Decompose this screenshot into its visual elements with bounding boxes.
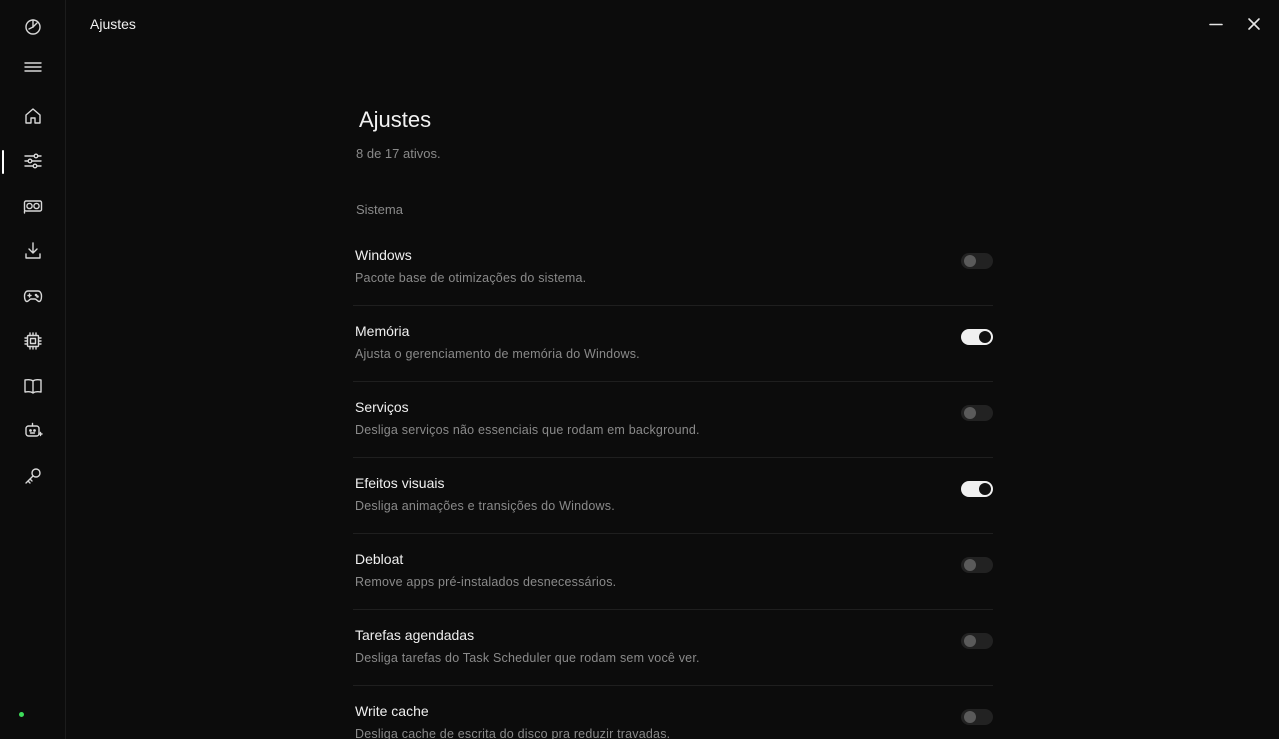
home-icon[interactable] <box>13 100 53 132</box>
download-icon[interactable] <box>13 235 53 267</box>
setting-title: Windows <box>355 247 412 263</box>
setting-title: Serviços <box>355 399 409 415</box>
toggle-switch[interactable] <box>961 557 993 573</box>
status-dot <box>19 712 24 717</box>
setting-description: Ajusta o gerenciamento de memória do Win… <box>355 347 640 361</box>
bot-icon[interactable] <box>13 415 53 447</box>
toggle-switch[interactable] <box>961 329 993 345</box>
setting-description: Desliga serviços não essenciais que roda… <box>355 423 700 437</box>
toggle-switch[interactable] <box>961 253 993 269</box>
gamepad-icon[interactable] <box>13 280 53 312</box>
toggle-switch[interactable] <box>961 405 993 421</box>
toggle-knob <box>979 331 991 343</box>
minimize-icon <box>1209 23 1223 26</box>
sliders-icon[interactable] <box>13 145 53 177</box>
gpu-icon[interactable] <box>13 190 53 222</box>
toggle-knob <box>964 407 976 419</box>
setting-title: Write cache <box>355 703 429 719</box>
toggle-knob <box>964 711 976 723</box>
setting-row-write-cache: Write cache Desliga cache de escrita do … <box>353 686 993 739</box>
setting-description: Desliga tarefas do Task Scheduler que ro… <box>355 651 700 665</box>
setting-description: Desliga animações e transições do Window… <box>355 499 615 513</box>
logo-icon[interactable] <box>13 11 53 43</box>
active-count: 8 de 17 ativos. <box>356 146 441 161</box>
close-icon <box>1248 18 1260 30</box>
toggle-knob <box>964 559 976 571</box>
toggle-knob <box>964 255 976 267</box>
setting-description: Pacote base de otimizações do sistema. <box>355 271 587 285</box>
close-button[interactable] <box>1244 14 1264 34</box>
setting-title: Tarefas agendadas <box>355 627 475 643</box>
toggle-switch[interactable] <box>961 481 993 497</box>
sidebar <box>0 0 66 739</box>
book-icon[interactable] <box>13 370 53 402</box>
setting-row-memoria: Memória Ajusta o gerenciamento de memóri… <box>353 306 993 382</box>
setting-row-servicos: Serviços Desliga serviços não essenciais… <box>353 382 993 458</box>
toggle-knob <box>979 483 991 495</box>
toggle-switch[interactable] <box>961 633 993 649</box>
setting-description: Remove apps pré-instalados desnecessário… <box>355 575 617 589</box>
key-icon[interactable] <box>13 460 53 492</box>
cpu-icon[interactable] <box>13 325 53 357</box>
section-header: Sistema <box>356 202 403 217</box>
setting-row-windows: Windows Pacote base de otimizações do si… <box>353 230 993 306</box>
setting-row-debloat: Debloat Remove apps pré-instalados desne… <box>353 534 993 610</box>
setting-row-efeitos-visuais: Efeitos visuais Desliga animações e tran… <box>353 458 993 534</box>
toggle-knob <box>964 635 976 647</box>
active-indicator <box>2 150 4 174</box>
window-title: Ajustes <box>90 16 136 32</box>
minimize-button[interactable] <box>1206 14 1226 34</box>
setting-title: Efeitos visuais <box>355 475 445 491</box>
setting-title: Memória <box>355 323 410 339</box>
menu-icon[interactable] <box>13 51 53 83</box>
setting-title: Debloat <box>355 551 404 567</box>
setting-row-tarefas-agendadas: Tarefas agendadas Desliga tarefas do Tas… <box>353 610 993 686</box>
setting-description: Desliga cache de escrita do disco pra re… <box>355 727 671 739</box>
toggle-switch[interactable] <box>961 709 993 725</box>
page-title: Ajustes <box>359 107 432 132</box>
